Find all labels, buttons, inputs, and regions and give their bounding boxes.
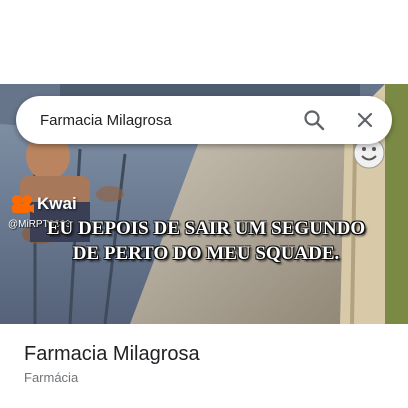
- clear-search-button[interactable]: [349, 104, 381, 136]
- search-icon: [304, 110, 325, 131]
- kwai-logo-icon: [12, 195, 34, 213]
- kwai-watermark-brand: Kwai: [37, 194, 77, 213]
- place-title[interactable]: Farmacia Milagrosa: [24, 343, 200, 366]
- search-button[interactable]: [298, 104, 330, 136]
- video-caption-line-1: EU DEPOIS DE SAIR UM SEGUNDO: [46, 218, 366, 239]
- search-input[interactable]: [40, 109, 290, 131]
- video-caption-line-2: DE PERTO DO MEU SQUADE.: [72, 243, 340, 264]
- place-category: Farmácia: [24, 370, 79, 385]
- close-icon: [357, 112, 373, 128]
- search-bar: [16, 96, 392, 144]
